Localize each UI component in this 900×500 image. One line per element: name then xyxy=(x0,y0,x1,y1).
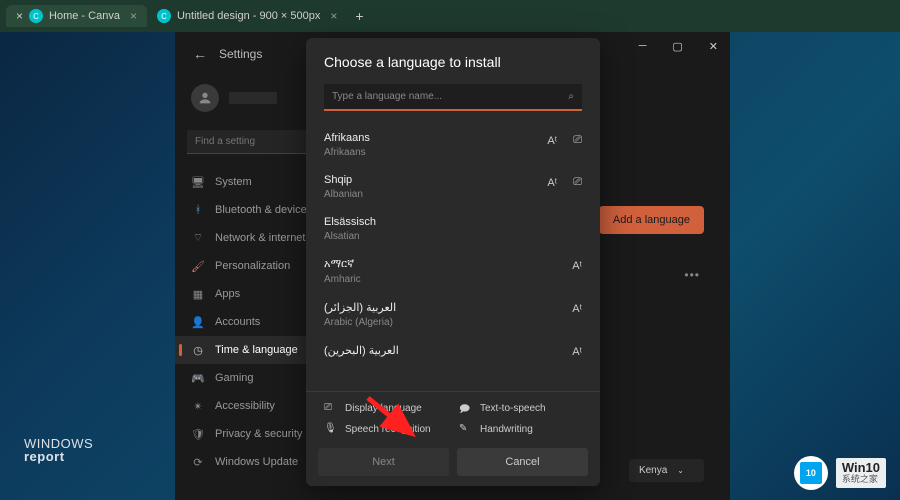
person-icon: 👤 xyxy=(191,315,205,329)
legend-handwriting: ✎Handwriting xyxy=(459,423,582,436)
window-controls: ─ ▢ ✕ xyxy=(635,38,722,55)
avatar xyxy=(191,84,219,112)
display-pack-icon: ⎚ xyxy=(573,134,582,147)
brush-icon: 🖌 xyxy=(191,259,205,273)
display-pack-icon: ⎚ xyxy=(573,176,582,189)
browser-tab-1[interactable]: × C Home - Canva × xyxy=(6,5,147,27)
display-pack-icon: ⎚ xyxy=(324,402,337,415)
language-item-afrikaans[interactable]: AfrikaansAfrikaans Aᵗ⎚ xyxy=(312,125,594,167)
add-language-button[interactable]: Add a language xyxy=(599,206,704,234)
user-name-placeholder xyxy=(229,92,277,104)
shield-icon: 🛡 xyxy=(191,427,205,441)
modal-buttons: Next Cancel xyxy=(306,448,600,476)
tts-icon: 🗩 xyxy=(459,402,472,415)
feature-legend: ⎚Display language 🗩Text-to-speech 🎙Speec… xyxy=(306,391,600,448)
tab-favicon-canva: C xyxy=(157,9,171,23)
cancel-button[interactable]: Cancel xyxy=(457,448,588,476)
modal-title: Choose a language to install xyxy=(306,52,600,84)
watermark-windows-report: WINDOWS report xyxy=(24,437,93,464)
language-install-modal: Choose a language to install ⌕ Afrikaans… xyxy=(306,38,600,486)
tab-favicon-canva: C xyxy=(29,9,43,23)
win10-badge-icon: 10 xyxy=(794,456,828,490)
microphone-icon: 🎙 xyxy=(324,423,337,436)
tts-icon: Aᵗ xyxy=(572,303,582,315)
bluetooth-icon: ᚼ xyxy=(191,203,205,217)
browser-tab-strip: × C Home - Canva × C Untitled design - 9… xyxy=(0,0,900,32)
person-icon xyxy=(197,90,213,106)
legend-speech: 🎙Speech recognition xyxy=(324,423,447,436)
display-icon: 🖥 xyxy=(191,175,205,189)
language-search-input[interactable] xyxy=(324,84,582,111)
apps-icon: ▦ xyxy=(191,287,205,301)
back-arrow-icon[interactable]: ← xyxy=(193,46,207,62)
region-select[interactable]: Kenya xyxy=(629,459,704,482)
close-tab-icon[interactable]: × xyxy=(130,9,137,23)
language-search-wrap: ⌕ xyxy=(324,84,582,111)
close-button[interactable]: ✕ xyxy=(705,38,722,55)
watermark-win10: 10 Win10 系统之家 xyxy=(794,456,886,490)
gamepad-icon: 🎮 xyxy=(191,371,205,385)
new-tab-button[interactable]: + xyxy=(347,4,371,28)
tts-icon: Aᵗ xyxy=(572,260,582,272)
language-item-albanian[interactable]: ShqipAlbanian Aᵗ⎚ xyxy=(312,167,594,209)
more-options-icon[interactable]: ••• xyxy=(684,268,700,282)
legend-tts: 🗩Text-to-speech xyxy=(459,402,582,415)
close-tab-icon[interactable]: × xyxy=(16,9,23,23)
update-icon: ⟳ xyxy=(191,455,205,469)
close-tab-icon[interactable]: × xyxy=(330,9,337,23)
language-item-arabic-algeria[interactable]: العربية (الجزائر)Arabic (Algeria) Aᵗ xyxy=(312,294,594,337)
search-icon: ⌕ xyxy=(568,91,574,102)
tts-icon: Aᵗ xyxy=(547,135,557,147)
wifi-icon: ⌔ xyxy=(191,231,205,245)
browser-tab-2[interactable]: C Untitled design - 900 × 500px × xyxy=(147,5,347,27)
tts-icon: Aᵗ xyxy=(572,346,582,358)
tab-label: Untitled design - 900 × 500px xyxy=(177,10,320,22)
accessibility-icon: ✴ xyxy=(191,399,205,413)
tab-label: Home - Canva xyxy=(49,10,120,22)
handwriting-icon: ✎ xyxy=(459,423,472,436)
language-list[interactable]: AfrikaansAfrikaans Aᵗ⎚ ShqipAlbanian Aᵗ⎚… xyxy=(306,121,600,387)
language-item-amharic[interactable]: አማርኛAmharic Aᵗ xyxy=(312,251,594,294)
legend-display: ⎚Display language xyxy=(324,402,447,415)
clock-globe-icon: ◷ xyxy=(191,343,205,357)
tts-icon: Aᵗ xyxy=(547,177,557,189)
maximize-button[interactable]: ▢ xyxy=(668,38,686,55)
watermark-text: Win10 系统之家 xyxy=(836,458,886,488)
minimize-button[interactable]: ─ xyxy=(635,38,651,55)
language-item-alsatian[interactable]: ElsässischAlsatian xyxy=(312,209,594,251)
settings-title: Settings xyxy=(219,47,262,61)
language-item-arabic-bahrain[interactable]: العربية (البحرين) Aᵗ xyxy=(312,337,594,369)
next-button[interactable]: Next xyxy=(318,448,449,476)
